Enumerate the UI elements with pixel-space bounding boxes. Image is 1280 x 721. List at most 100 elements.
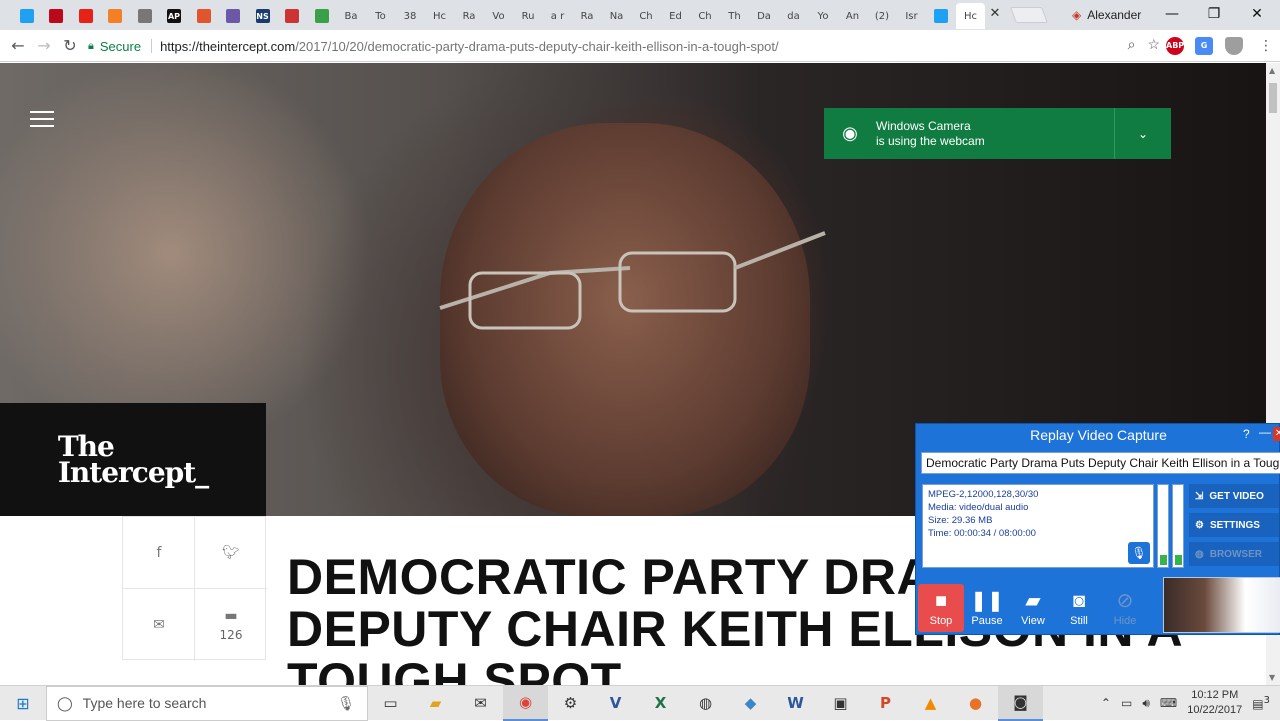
- reload-button[interactable]: ↻: [60, 36, 80, 56]
- chrome-icon[interactable]: ◉: [503, 685, 548, 721]
- keyboard-icon[interactable]: ⌨: [1160, 696, 1177, 710]
- recording-name-field[interactable]: Democratic Party Drama Puts Deputy Chair…: [921, 452, 1280, 474]
- browser-tab[interactable]: [307, 3, 336, 29]
- profile-button[interactable]: ◈ Alexander: [1072, 6, 1141, 24]
- minimize-window-button[interactable]: —: [1161, 4, 1183, 24]
- bookmark-star-icon[interactable]: ☆: [1147, 36, 1160, 53]
- view-button[interactable]: ▰ View: [1010, 584, 1056, 632]
- browser-tab[interactable]: Hc: [425, 3, 454, 29]
- browser-tab[interactable]: Na: [602, 3, 631, 29]
- scroll-up-icon[interactable]: ▲: [1269, 66, 1275, 75]
- browser-tab[interactable]: [189, 3, 218, 29]
- settings-button[interactable]: ⚙ SETTINGS: [1189, 513, 1279, 537]
- browser-tab[interactable]: [219, 3, 248, 29]
- browser-tab[interactable]: [12, 3, 41, 29]
- browser-tab[interactable]: [101, 3, 130, 29]
- battery-icon[interactable]: ▭: [1121, 696, 1132, 710]
- replay-capture-icon[interactable]: ◙: [998, 685, 1043, 721]
- browser-tab[interactable]: Vo: [484, 3, 513, 29]
- still-button[interactable]: ◙ Still: [1056, 584, 1102, 632]
- globe-icon[interactable]: ◍: [683, 686, 728, 721]
- powerpoint-icon[interactable]: P: [863, 686, 908, 721]
- volume-icon[interactable]: 🔊︎: [1142, 696, 1150, 711]
- firefox-icon[interactable]: ●: [953, 686, 998, 721]
- browser-tab[interactable]: Ch: [691, 3, 720, 29]
- comments-button[interactable]: ▬ 126: [195, 589, 267, 661]
- back-button[interactable]: ←: [8, 36, 28, 56]
- browser-tab[interactable]: Th: [720, 3, 749, 29]
- zoom-icon[interactable]: ⌕: [1128, 36, 1136, 53]
- browser-tab[interactable]: Ru: [514, 3, 543, 29]
- browser-tab[interactable]: Yo: [809, 3, 838, 29]
- microphone-icon[interactable]: 🎙︎: [1128, 542, 1150, 564]
- taskbar-search-box[interactable]: ◯ Type here to search 🎙︎: [46, 685, 368, 721]
- browser-tab[interactable]: 38: [396, 3, 425, 29]
- translate-icon[interactable]: G: [1195, 37, 1213, 55]
- divider: [151, 39, 153, 53]
- browser-tab[interactable]: [927, 3, 956, 29]
- word-icon[interactable]: W: [773, 686, 818, 721]
- browser-tab[interactable]: NS: [248, 3, 277, 29]
- settings-icon[interactable]: ⚙: [548, 686, 593, 721]
- get-video-button[interactable]: ⇲ GET VIDEO: [1189, 484, 1279, 508]
- menu-dots-icon[interactable]: ⋮: [1256, 36, 1276, 56]
- maximize-window-button[interactable]: ❐: [1203, 4, 1225, 24]
- new-tab-button[interactable]: [1010, 7, 1048, 23]
- browser-tab[interactable]: da: [779, 3, 808, 29]
- browser-button[interactable]: ◍ BROWSER: [1189, 542, 1279, 566]
- close-window-button[interactable]: ✕: [1246, 4, 1268, 24]
- browser-tab[interactable]: (2): [868, 3, 897, 29]
- browser-tab[interactable]: Hc: [956, 3, 985, 29]
- twitter-share-button[interactable]: 🐦︎: [195, 517, 267, 589]
- browser-tab[interactable]: Ra: [573, 3, 602, 29]
- browser-tab[interactable]: [71, 3, 100, 29]
- snip-icon[interactable]: ◆: [728, 686, 773, 721]
- camera-notification[interactable]: ◉ Windows Camera is using the webcam ⌄: [824, 108, 1171, 159]
- clock[interactable]: 10:12 PM 10/22/2017: [1187, 688, 1242, 718]
- browser-tab[interactable]: AP: [160, 3, 189, 29]
- chevron-up-icon[interactable]: ⌃: [1101, 696, 1111, 710]
- browser-tab[interactable]: An: [838, 3, 867, 29]
- adblock-icon[interactable]: ABP: [1166, 37, 1184, 55]
- chevron-down-icon[interactable]: ⌄: [1114, 108, 1171, 159]
- shield-icon[interactable]: [1225, 37, 1243, 55]
- scroll-down-icon[interactable]: ▼: [1269, 673, 1275, 682]
- close-tab-icon[interactable]: ✕: [987, 6, 1003, 22]
- browser-tab[interactable]: [42, 3, 71, 29]
- scroll-thumb[interactable]: [1269, 83, 1277, 113]
- browser-tab[interactable]: To: [366, 3, 395, 29]
- browser-tab[interactable]: [278, 3, 307, 29]
- mail-icon[interactable]: ✉: [458, 686, 503, 721]
- forward-button[interactable]: →: [34, 36, 54, 56]
- browser-tab[interactable]: Isr: [897, 3, 926, 29]
- browser-tab[interactable]: Ra: [455, 3, 484, 29]
- file-explorer-icon[interactable]: ▰: [413, 686, 458, 721]
- task-view-icon[interactable]: ▭: [368, 686, 413, 721]
- stop-button[interactable]: ■ Stop: [918, 584, 964, 632]
- browser-tab[interactable]: Ch: [632, 3, 661, 29]
- microphone-icon[interactable]: 🎙︎: [337, 695, 355, 712]
- browser-tab[interactable]: Ed: [661, 3, 690, 29]
- visio-icon[interactable]: V: [593, 686, 638, 721]
- site-logo[interactable]: The Intercept_: [0, 403, 266, 516]
- tab-label: (2): [874, 10, 890, 22]
- browser-tab[interactable]: a r: [543, 3, 572, 29]
- minimize-capture-button[interactable]: —: [1259, 425, 1271, 439]
- browser-tab[interactable]: Da: [750, 3, 779, 29]
- email-share-button[interactable]: ✉: [123, 589, 195, 661]
- help-button[interactable]: ?: [1243, 427, 1250, 441]
- close-capture-button[interactable]: ✕: [1273, 427, 1280, 441]
- facebook-share-button[interactable]: f: [123, 517, 195, 589]
- address-bar[interactable]: 🔒︎ Secure https://theintercept.com/2017/…: [88, 34, 1160, 58]
- capture-preview-thumbnail[interactable]: [1163, 577, 1280, 633]
- windows-start-button[interactable]: ⊞: [0, 686, 46, 721]
- pause-button[interactable]: ❚❚ Pause: [964, 584, 1010, 632]
- vlc-icon[interactable]: ▲: [908, 686, 953, 721]
- browser-tab[interactable]: Ba: [337, 3, 366, 29]
- hide-button[interactable]: ⊘ Hide: [1102, 584, 1148, 632]
- terminal-icon[interactable]: ▣: [818, 686, 863, 721]
- excel-icon[interactable]: X: [638, 686, 683, 721]
- action-center-icon[interactable]: ▤3: [1252, 695, 1270, 711]
- browser-tab[interactable]: [130, 3, 159, 29]
- menu-icon[interactable]: [30, 111, 54, 127]
